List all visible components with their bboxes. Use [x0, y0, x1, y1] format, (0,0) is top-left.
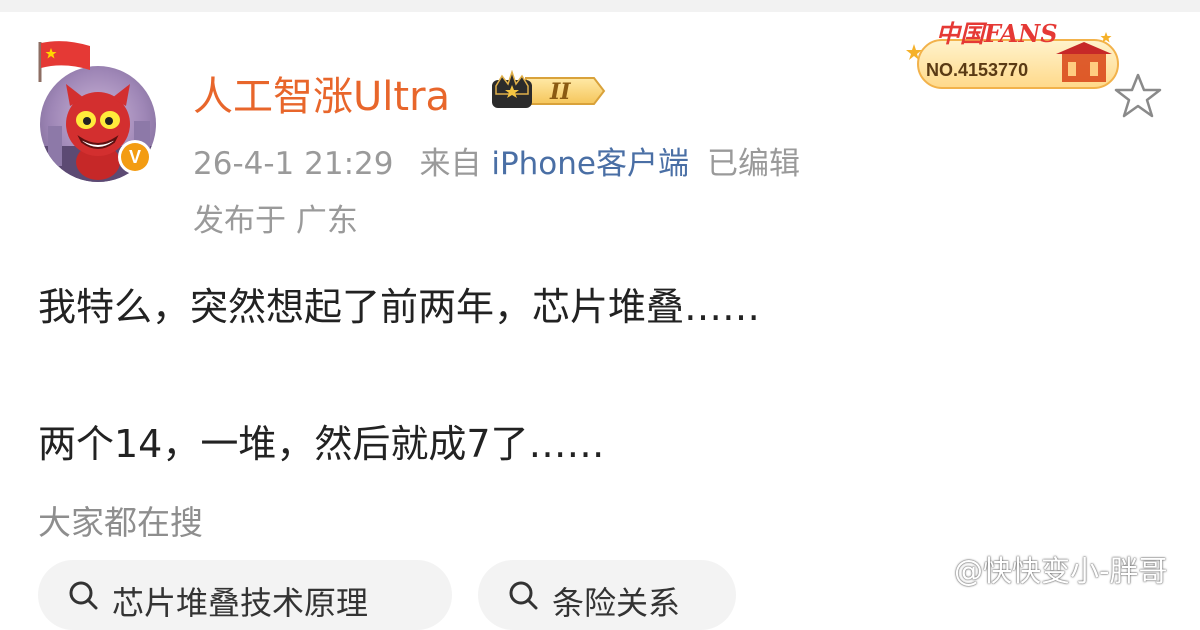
hot-search-chip[interactable]: 条险关系	[478, 560, 736, 630]
china-flag-icon	[38, 41, 90, 82]
username[interactable]: 人工智涨Ultra	[193, 64, 450, 122]
fans-badge[interactable]: 中国FANS NO.4153770	[906, 12, 1126, 92]
watermark: @快快变小-胖哥	[904, 548, 1167, 590]
member-level: II	[549, 79, 571, 105]
weibo-logo-icon	[905, 555, 948, 586]
top-strip	[0, 0, 1200, 12]
hot-search-title: 大家都在搜	[38, 503, 203, 542]
post-time: 26-4-1 21:29	[193, 146, 394, 182]
hot-search-chip[interactable]: 芯片堆叠技术原理	[38, 560, 452, 630]
post-content-line-2: 两个14，一堆，然后就成7了……	[38, 422, 605, 466]
search-icon	[509, 581, 538, 610]
edited-label[interactable]: 已编辑	[707, 146, 800, 182]
star-icon[interactable]	[1113, 72, 1163, 120]
crown-badge-icon: II	[492, 70, 606, 108]
fans-badge-title: 中国FANS	[936, 19, 1058, 48]
hot-search-chip-label: 条险关系	[552, 584, 681, 622]
source-prefix: 来自	[419, 146, 482, 182]
watermark-text: @快快变小-胖哥	[954, 554, 1168, 588]
fans-badge-number: NO.4153770	[926, 60, 1028, 80]
avatar[interactable]: V	[34, 38, 166, 182]
verified-badge: V	[118, 140, 152, 174]
post-location: 发布于 广东	[193, 203, 358, 239]
hot-search-chip-label: 芯片堆叠技术原理	[112, 584, 369, 622]
post-meta: 26-4-1 21:29 来自 iPhone客户端 已编辑	[193, 138, 800, 183]
source-client-link[interactable]: iPhone客户端	[491, 146, 689, 182]
search-icon	[69, 581, 98, 610]
post-content-line-1: 我特么，突然想起了前两年，芯片堆叠……	[38, 285, 761, 329]
